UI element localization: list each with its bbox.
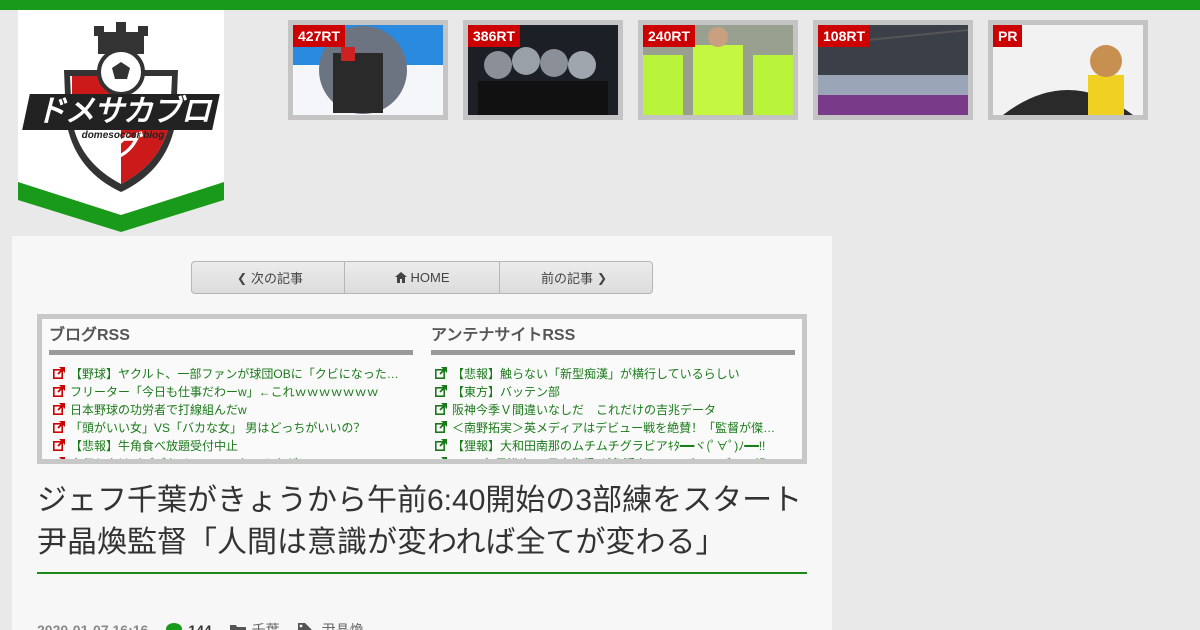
rss-item[interactable]: 日本野球の功労者で打線組んだw [49,401,413,419]
external-link-icon [53,385,65,397]
category-link[interactable]: 千葉 [229,620,280,630]
external-link-icon [435,385,447,397]
tag-label: 尹晶煥 [321,622,364,630]
article-title: ジェフ千葉がきょうから午前6:40開始の3部練をスタート 尹晶煥監督「人間は意識… [37,480,832,574]
home-icon [394,272,407,283]
folder-icon [229,624,246,630]
external-link-icon [53,421,65,433]
external-link-icon [435,403,447,415]
external-link-icon [435,421,447,433]
rss-item[interactable]: ＜FW久保裕也＞"日本復帰"が急浮上！ベルギーメディア報… [431,455,795,459]
top-accent-bar [0,0,1200,10]
blog-rss-list: 【野球】ヤクルト、一部ファンが球団OBに「クビになった… フリーター「今日も仕事だ… [49,365,413,459]
tag-link[interactable]: 尹晶煥 [297,620,364,630]
external-link-icon [435,439,447,451]
external-link-icon [435,457,447,459]
external-link-icon [53,403,65,415]
comment-count-value: 144 [188,622,212,630]
category-label: 千葉 [251,622,280,630]
article-date: 2020-01-07 16:16 [37,622,149,630]
blog-rss-title: ブログRSS [49,327,413,355]
tags-icon [297,623,312,630]
rt-badge: 386RT [468,25,521,47]
rss-item-label: 阪神今季Ｖ間違いなしだ これだけの吉兆データ [452,403,717,417]
pr-badge: PR [993,25,1023,47]
rss-box: ブログRSS 【野球】ヤクルト、一部ファンが球団OBに「クビになった… フリーター… [37,314,807,464]
thumbnail-4[interactable]: 108RT [813,20,973,120]
antenna-rss-list: 【悲報】触らない「新型痴漢」が横行しているらしい 【東方】バッテン部阪神今季Ｖ間違… [431,365,795,459]
rss-item-label: 日本野球の功労者で打線組んだw [70,403,247,417]
rss-item-label: 【悲報】牛角食べ放題受付中止 [70,439,239,453]
rss-item-label: 【野球】ヤクルト、一部ファンが球団OBに「クビになった… [70,367,399,381]
rss-item-label: 【東方】バッテン部 [452,385,561,399]
site-logo[interactable]: ドメサカブログ domesoccer blog [18,10,224,232]
comment-count[interactable]: 144 [166,622,212,630]
antenna-rss: アンテナサイトRSS 【悲報】触らない「新型痴漢」が横行しているらしい 【東方】バ… [431,327,795,459]
article-nav: ❮ 次の記事 HOME 前の記事 ❯ [191,261,653,294]
rss-item[interactable]: 高収入やけどデブなせいでモテないんやが [49,455,413,459]
rss-item[interactable]: 【東方】バッテン部 [431,383,795,401]
chevron-right-icon: ❯ [596,270,608,285]
next-article-label: 次の記事 [251,271,304,286]
blog-rss: ブログRSS 【野球】ヤクルト、一部ファンが球団OBに「クビになった… フリーター… [49,327,413,459]
prev-article-button[interactable]: 前の記事 ❯ [500,262,652,293]
home-label: HOME [410,270,450,285]
rss-item[interactable]: 【悲報】触らない「新型痴漢」が横行しているらしい [431,365,795,383]
thumbnail-2[interactable]: 386RT [463,20,623,120]
thumbnail-1[interactable]: 427RT [288,20,448,120]
thumbnail-3[interactable]: 240RT [638,20,798,120]
rss-item-label: ＜南野拓実＞英メディアはデビュー戦を絶賛！「監督が傑… [452,421,776,435]
rt-badge: 108RT [818,25,871,47]
rt-badge: 427RT [293,25,346,47]
external-link-icon [53,457,65,459]
next-article-button[interactable]: ❮ 次の記事 [192,262,345,293]
prev-article-label: 前の記事 [540,271,593,286]
rss-item-label: 【悲報】触らない「新型痴漢」が横行しているらしい [452,367,740,381]
rss-item-label: 高収入やけどデブなせいでモテないんやが [70,457,298,459]
rss-item[interactable]: ＜南野拓実＞英メディアはデビュー戦を絶賛！「監督が傑… [431,419,795,437]
comment-icon [166,623,183,630]
rss-item-label: 「頭がいい女」VS「バカな女」 男はどっちがいいの？ [70,421,366,435]
rss-item[interactable]: 【野球】ヤクルト、一部ファンが球団OBに「クビになった… [49,365,413,383]
rss-item-label: フリーター「今日も仕事だわーw」←これｗｗｗｗｗｗｗ [70,385,379,399]
rss-item-label: ＜FW久保裕也＞"日本復帰"が急浮上！ベルギーメディア報… [452,457,778,459]
external-link-icon [435,367,447,379]
rss-item[interactable]: フリーター「今日も仕事だわーw」←これｗｗｗｗｗｗｗ [49,383,413,401]
rss-item[interactable]: 【悲報】牛角食べ放題受付中止 [49,437,413,455]
rss-item-label: 【狸報】大和田南那のムチムチグラビアｷﾀ━━ヾ(ﾟ∀ﾟ)ﾉ━━!! [452,439,766,453]
rss-item[interactable]: 【狸報】大和田南那のムチムチグラビアｷﾀ━━ヾ(ﾟ∀ﾟ)ﾉ━━!! [431,437,795,455]
logo-subtext: domesoccer blog [81,130,165,141]
external-link-icon [53,367,65,379]
rss-item[interactable]: 阪神今季Ｖ間違いなしだ これだけの吉兆データ [431,401,795,419]
rt-badge: 240RT [643,25,696,47]
antenna-rss-title: アンテナサイトRSS [431,327,795,355]
external-link-icon [53,439,65,451]
article-meta: 2020-01-07 16:16 144 千葉 尹晶煥 [37,620,364,630]
home-button[interactable]: HOME [345,262,500,293]
rss-item[interactable]: 「頭がいい女」VS「バカな女」 男はどっちがいいの？ [49,419,413,437]
chevron-left-icon: ❮ [236,270,248,285]
thumbnail-5[interactable]: PR [988,20,1148,120]
main-panel: ❮ 次の記事 HOME 前の記事 ❯ ブログRSS 【野球】ヤクルト、一部ファン… [12,236,832,630]
